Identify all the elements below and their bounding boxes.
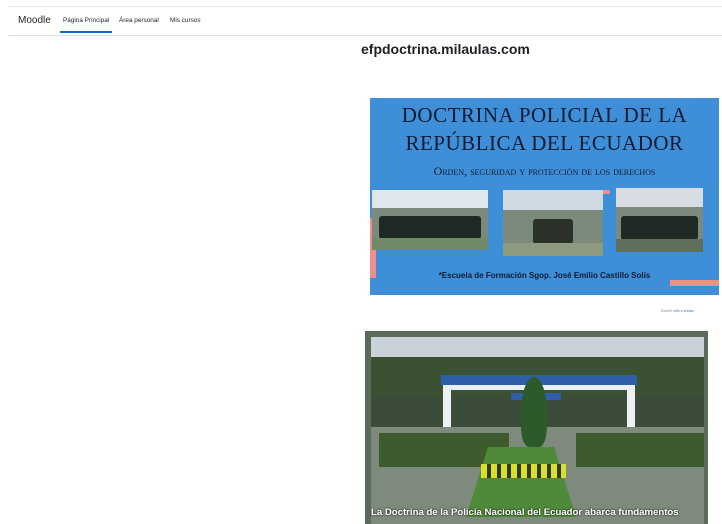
nav-item-pagina-principal[interactable]: Página Principal xyxy=(59,17,113,33)
banner-photo-group-1 xyxy=(372,190,488,250)
doctrina-banner-image: DOCTRINA POLICIAL DE LA REPÚBLICA DEL EC… xyxy=(370,98,719,295)
banner-title-line-1: DOCTRINA POLICIAL DE LA xyxy=(401,103,688,127)
banner-pink-accent-right xyxy=(670,280,719,286)
nav-item-area-personal[interactable]: Área personal xyxy=(119,17,159,24)
academy-photo-banner: La Doctrina de la Policía Nacional del E… xyxy=(365,331,708,524)
banner-photo-group-2 xyxy=(503,190,603,256)
banner-subtitle: Orden, seguridad y protección de los der… xyxy=(433,164,656,178)
nav-item-mis-cursos[interactable]: Mis cursos xyxy=(170,17,201,24)
navbar-bottom-border xyxy=(8,35,722,36)
academy-photo-caption: La Doctrina de la Policía Nacional del E… xyxy=(371,507,679,518)
banner-photo-group-3 xyxy=(616,188,703,252)
gate-pillar-right xyxy=(627,390,635,430)
gate-pillar-left xyxy=(443,390,451,430)
central-tree xyxy=(521,377,547,447)
image-credit-link[interactable]: with a imitate xyxy=(673,309,694,313)
academy-photo xyxy=(371,337,704,524)
navbar-top-border xyxy=(8,6,722,7)
image-credit-prefix: Diseñe xyxy=(661,309,673,313)
yellow-vest-officers xyxy=(481,464,566,478)
banner-caption: *Escuela de Formación Sgop. José Emilio … xyxy=(438,271,651,280)
banner-title-line-2: REPÚBLICA DEL ECUADOR xyxy=(405,131,684,155)
site-title: efpdoctrina.milaulas.com xyxy=(361,41,530,57)
image-credit: Diseñe with a imitate xyxy=(661,309,694,313)
top-navbar: Moodle Página Principal Área personal Mi… xyxy=(0,0,722,36)
brand-logo[interactable]: Moodle xyxy=(18,15,51,26)
troops-formation-right xyxy=(576,433,704,467)
